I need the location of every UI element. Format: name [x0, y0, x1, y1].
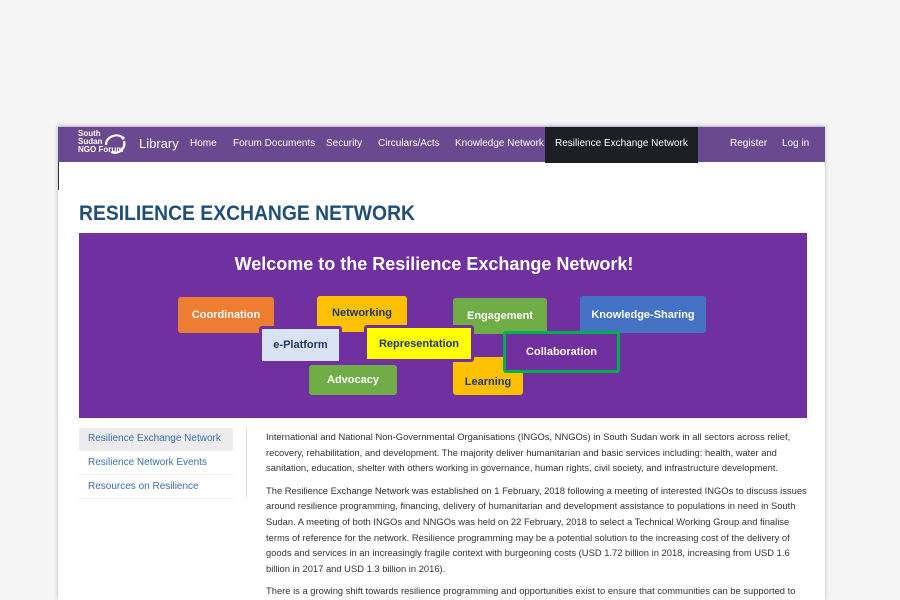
nav-resilience-exchange-network[interactable]: Resilience Exchange Network: [545, 127, 698, 163]
tile-representation: Representation: [364, 325, 474, 362]
ngo-forum-logo[interactable]: South Sudan NGO Forum: [78, 130, 130, 160]
side-navigation: Resilience Exchange Network Resilience N…: [79, 428, 233, 500]
page-title: RESILIENCE EXCHANGE NETWORK: [79, 202, 415, 225]
main-content: International and National Non-Governmen…: [266, 429, 808, 600]
history-paragraph: The Resilience Exchange Network was esta…: [266, 484, 807, 574]
side-item-resilience-network-events[interactable]: Resilience Network Events: [79, 452, 233, 475]
logo-swirl-icon: [104, 134, 126, 154]
banner-title: Welcome to the Resilience Exchange Netwo…: [234, 254, 634, 274]
welcome-banner: Welcome to the Resilience Exchange Netwo…: [79, 233, 807, 418]
side-item-resources-on-resilience[interactable]: Resources on Resilience: [79, 476, 233, 499]
tile-advocacy: Advocacy: [309, 365, 397, 395]
left-edge-line: [58, 162, 59, 190]
nav-register[interactable]: Register: [730, 127, 767, 163]
tile-collaboration: Collaboration: [503, 331, 620, 373]
nav-security[interactable]: Security: [326, 127, 362, 163]
tile-knowledge-sharing: Knowledge-Sharing: [580, 296, 706, 333]
nav-circulars-acts[interactable]: Circulars/Acts: [378, 127, 440, 163]
browser-page: South Sudan NGO Forum Library Home Forum…: [58, 126, 825, 600]
side-item-resilience-exchange-network[interactable]: Resilience Exchange Network: [79, 428, 233, 451]
top-navbar: South Sudan NGO Forum Library Home Forum…: [58, 126, 825, 163]
nav-home[interactable]: Home: [190, 127, 217, 163]
sidebar-divider: [246, 428, 247, 498]
tile-e-platform: e-Platform: [259, 326, 342, 364]
intro-paragraph: International and National Non-Governmen…: [266, 431, 791, 474]
shift-paragraph: There is a growing shift towards resilie…: [266, 585, 796, 597]
nav-forum-documents[interactable]: Forum Documents: [233, 127, 315, 163]
library-link[interactable]: Library: [139, 127, 179, 163]
nav-log-in[interactable]: Log in: [782, 127, 809, 163]
nav-knowledge-network[interactable]: Knowledge Network: [455, 127, 544, 163]
